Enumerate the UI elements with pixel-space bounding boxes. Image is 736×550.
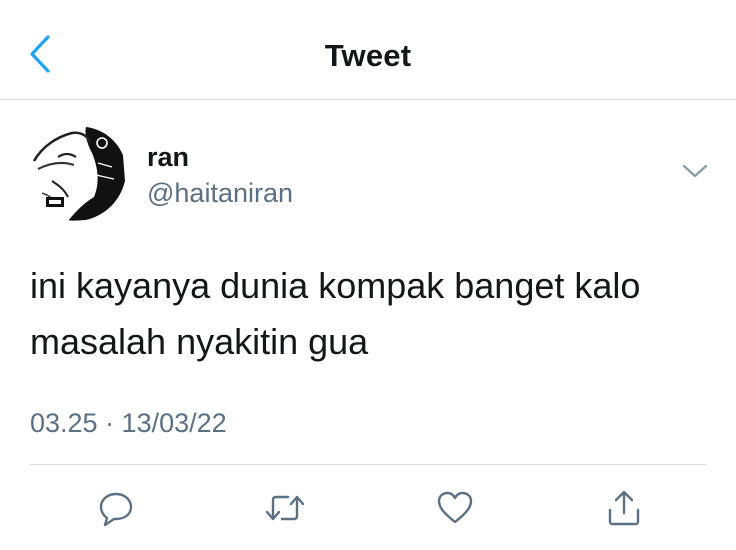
page-title: Tweet (324, 38, 412, 73)
author-display-name[interactable]: ran (147, 142, 189, 173)
reply-icon (96, 488, 136, 528)
header-bar: Tweet (0, 0, 736, 100)
divider (30, 464, 706, 465)
tweet-timestamp[interactable]: 03.25 · 13/03/22 (30, 408, 227, 439)
retweet-button[interactable] (263, 486, 307, 530)
chevron-down-icon (682, 163, 708, 184)
like-icon (435, 488, 475, 528)
avatar[interactable] (28, 123, 126, 221)
reply-button[interactable] (94, 486, 138, 530)
more-options-button[interactable] (680, 160, 710, 186)
retweet-icon (264, 488, 306, 528)
tweet-text: ini kayanya dunia kompak banget kalo mas… (30, 265, 641, 362)
author-handle[interactable]: @haitaniran (147, 178, 293, 209)
share-button[interactable] (602, 486, 646, 530)
like-button[interactable] (433, 486, 477, 530)
share-icon (604, 488, 644, 528)
